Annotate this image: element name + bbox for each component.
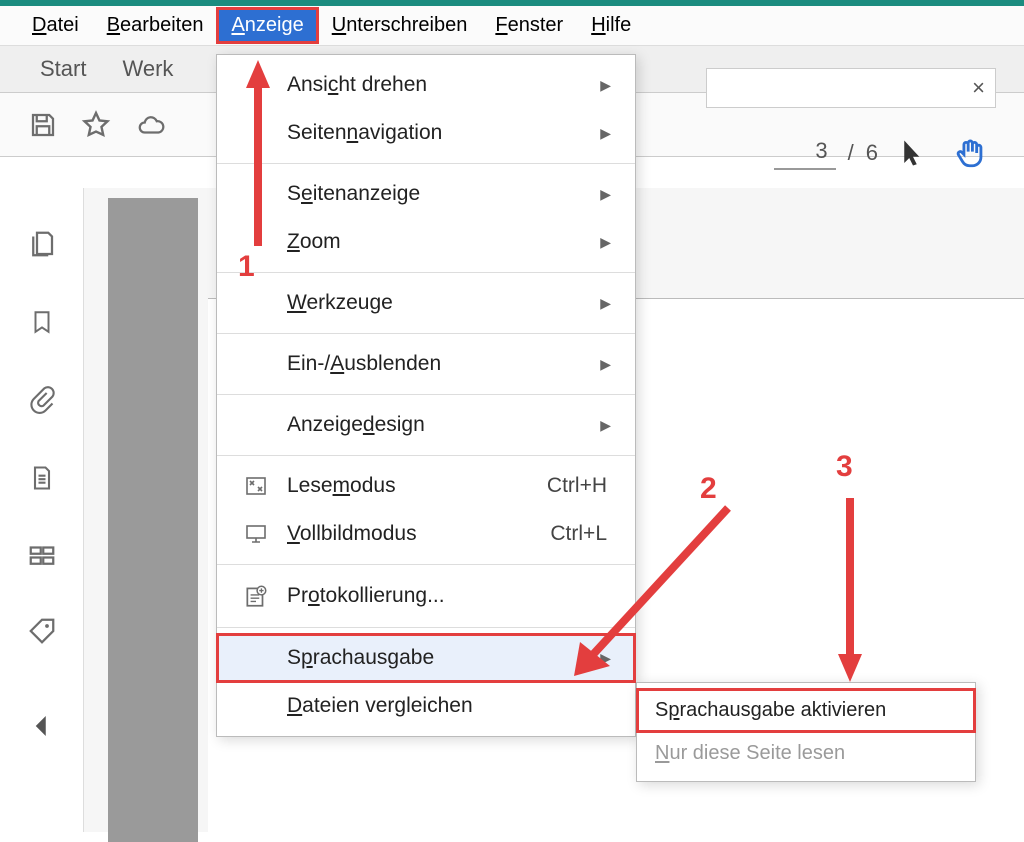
menu-item[interactable]: Sprachausgabe ▶ xyxy=(217,634,635,682)
submenu-arrow-icon: ▶ xyxy=(600,650,617,667)
menu-separator xyxy=(217,564,635,565)
menu-item[interactable]: Seitennavigation ▶ xyxy=(217,109,635,157)
tab-tools[interactable]: Werk xyxy=(122,56,173,82)
submenu-arrow-icon: ▶ xyxy=(600,77,617,94)
menu-item-label: Werkzeuge xyxy=(287,291,586,315)
page-total: 6 xyxy=(866,140,878,166)
read-icon xyxy=(239,474,273,498)
submenu-item: Nur diese Seite lesen xyxy=(637,732,975,775)
menu-hilfe[interactable]: Hilfe xyxy=(579,10,643,41)
menu-item-label: Ansicht drehen xyxy=(287,73,586,97)
menu-item-shortcut: Ctrl+H xyxy=(547,474,617,498)
menu-datei[interactable]: Datei xyxy=(20,10,91,41)
menu-item[interactable]: Vollbildmodus Ctrl+L xyxy=(217,510,635,558)
menu-unterschreiben[interactable]: Unterschreiben xyxy=(320,10,480,41)
tag-icon[interactable] xyxy=(26,616,58,646)
menu-item-label: Anzeigedesign xyxy=(287,413,586,437)
menu-item-label: Seitennavigation xyxy=(287,121,586,145)
menu-item[interactable]: Ein-/Ausblenden ▶ xyxy=(217,340,635,388)
menu-item-label: Ein-/Ausblenden xyxy=(287,352,586,376)
page-current-input[interactable]: 3 xyxy=(774,136,836,170)
menu-bearbeiten[interactable]: Bearbeiten xyxy=(95,10,216,41)
attachment-icon[interactable] xyxy=(28,384,56,416)
submenu-arrow-icon: ▶ xyxy=(600,356,617,373)
page-edge-shadow xyxy=(108,198,198,842)
menu-item-label: Protokollierung... xyxy=(287,584,617,608)
menu-separator xyxy=(217,394,635,395)
submenu-item[interactable]: Sprachausgabe aktivieren xyxy=(637,689,975,732)
save-icon[interactable] xyxy=(28,110,58,140)
close-icon[interactable]: × xyxy=(972,75,985,101)
pages-icon[interactable] xyxy=(27,228,57,260)
panel-collapse-icon[interactable] xyxy=(35,716,49,736)
menu-item[interactable]: Anzeigedesign ▶ xyxy=(217,401,635,449)
anzeige-menu: Ansicht drehen▶Seitennavigation▶Seitenan… xyxy=(216,54,636,737)
menu-item-label: Seitenanzeige xyxy=(287,182,586,206)
bookmark-icon[interactable] xyxy=(29,306,55,338)
layers-icon[interactable] xyxy=(27,540,57,570)
menu-item-label: Dateien vergleichen xyxy=(287,694,617,718)
menu-item[interactable]: Zoom ▶ xyxy=(217,218,635,266)
hand-tool-icon[interactable] xyxy=(954,136,988,170)
cloud-icon[interactable] xyxy=(134,110,168,140)
menu-separator xyxy=(217,455,635,456)
menu-item[interactable]: Lesemodus Ctrl+H xyxy=(217,462,635,510)
menu-separator xyxy=(217,333,635,334)
tab-start[interactable]: Start xyxy=(40,56,86,82)
submenu-arrow-icon: ▶ xyxy=(600,234,617,251)
menu-item[interactable]: Protokollierung... xyxy=(217,571,635,621)
menu-separator xyxy=(217,627,635,628)
menu-separator xyxy=(217,163,635,164)
menu-item[interactable]: Dateien vergleichen xyxy=(217,682,635,730)
submenu-arrow-icon: ▶ xyxy=(600,295,617,312)
search-box[interactable]: × xyxy=(706,68,996,108)
menu-item-label: Lesemodus xyxy=(287,474,533,498)
page-indicator: 3 / 6 xyxy=(774,136,878,170)
menu-item[interactable]: Seitenanzeige ▶ xyxy=(217,170,635,218)
sprachausgabe-submenu: Sprachausgabe aktivieren Nur diese Seite … xyxy=(636,682,976,782)
select-tool-icon[interactable] xyxy=(898,136,928,170)
menu-fenster[interactable]: Fenster xyxy=(483,10,575,41)
menu-anzeige[interactable]: Anzeige xyxy=(219,10,315,41)
submenu-item-label: Sprachausgabe aktivieren xyxy=(655,699,957,722)
menu-item[interactable]: Ansicht drehen ▶ xyxy=(217,61,635,109)
log-icon xyxy=(239,583,273,609)
submenu-item-label: Nur diese Seite lesen xyxy=(655,742,957,765)
submenu-arrow-icon: ▶ xyxy=(600,125,617,142)
screen-icon xyxy=(239,522,273,546)
menu-item-label: Zoom xyxy=(287,230,586,254)
menu-separator xyxy=(217,272,635,273)
submenu-arrow-icon: ▶ xyxy=(600,417,617,434)
menu-item[interactable]: Werkzeuge ▶ xyxy=(217,279,635,327)
menu-item-label: Vollbildmodus xyxy=(287,522,536,546)
star-icon[interactable] xyxy=(80,109,112,141)
document-icon[interactable] xyxy=(28,462,56,494)
side-panel xyxy=(0,188,84,832)
submenu-arrow-icon: ▶ xyxy=(600,186,617,203)
menubar: Datei Bearbeiten Anzeige Unterschreiben … xyxy=(0,6,1024,46)
menu-item-label: Sprachausgabe xyxy=(287,646,586,670)
page-separator: / xyxy=(848,140,854,166)
menu-item-shortcut: Ctrl+L xyxy=(550,522,617,546)
